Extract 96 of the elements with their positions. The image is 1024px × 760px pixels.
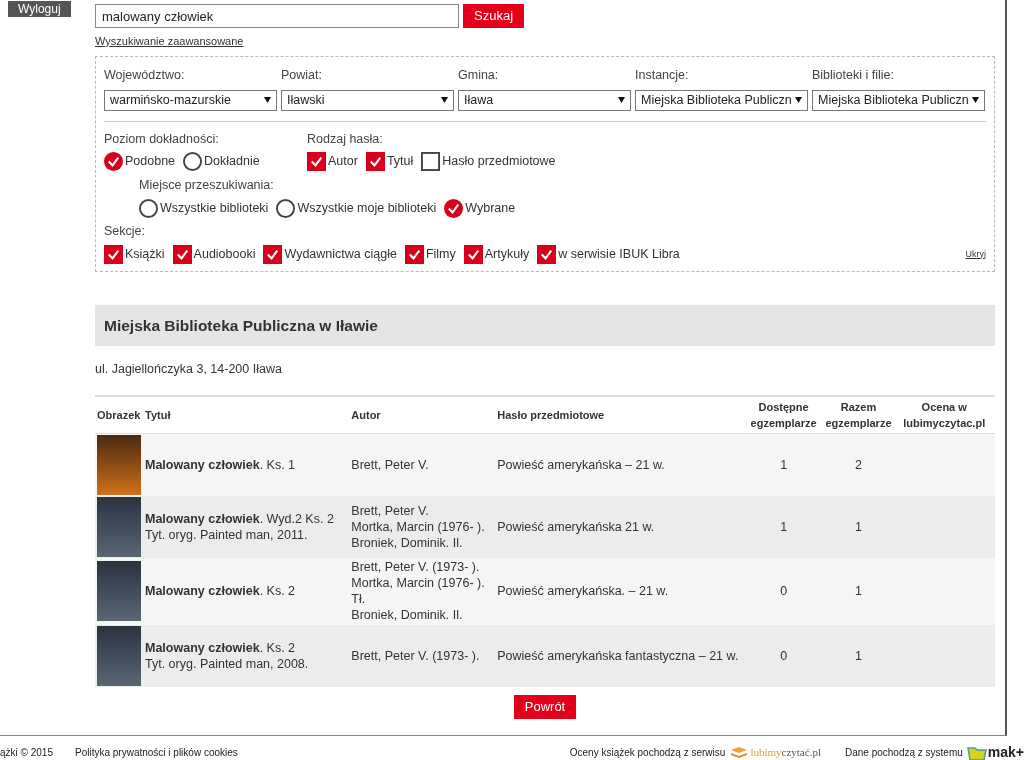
book-note: Tyt. oryg. Painted man, 2011. (145, 526, 309, 543)
dropdown-label: Województwo: (104, 66, 186, 84)
option-label[interactable]: Książki (125, 244, 165, 264)
author-name: Mortka, Marcin (1976- ). (351, 518, 486, 535)
total-count: 2 (855, 457, 862, 472)
option-label[interactable]: Tytuł (386, 152, 414, 172)
subject-cell: Powieść amerykańska fantastyczna – 21 w. (495, 624, 744, 687)
checkbox[interactable] (263, 244, 283, 264)
total-count: 1 (855, 519, 862, 534)
book-note: Tyt. oryg. Painted man, 2008. (145, 655, 310, 672)
radio-button[interactable] (444, 199, 464, 218)
select-dropdown[interactable]: Iława (458, 89, 631, 111)
logout-button[interactable]: Wyloguj (8, 1, 71, 17)
radio-button[interactable] (276, 199, 296, 218)
author-name: Tł. (351, 591, 367, 608)
caret-icon (972, 97, 979, 103)
option-label[interactable]: Filmy (425, 244, 456, 264)
folder-icon (966, 744, 987, 760)
radio-button[interactable] (183, 152, 203, 172)
option-label[interactable]: w serwisie IBUK Libra (558, 244, 680, 264)
search-field[interactable]: malowany człowiek (95, 4, 459, 28)
subject-cell: Powieść amerykańska – 21 w. (495, 433, 744, 496)
book-title[interactable]: Malowany człowiek. Ks. 2 (145, 639, 348, 656)
option-label[interactable]: Wszystkie biblioteki (160, 199, 269, 218)
checkbox[interactable] (404, 244, 424, 264)
subject-cell: Powieść amerykańska 21 w. (495, 495, 744, 558)
data-source-text: Dane pochodzą z systemu (844, 746, 963, 760)
checkbox[interactable] (365, 152, 385, 172)
column-header: Razem egzemplarze (823, 395, 894, 434)
total-count: 1 (855, 648, 862, 663)
checkbox[interactable] (172, 244, 192, 264)
author-name: Brett, Peter V. (351, 502, 430, 519)
checkbox[interactable] (104, 244, 123, 264)
lubimyczytac-logo[interactable]: lubimyczytać.pl (750, 744, 821, 760)
available-count: 1 (780, 457, 788, 472)
option-label[interactable]: Autor (328, 152, 358, 172)
back-button[interactable]: Powrót (513, 694, 577, 719)
column-header: Obrazek (95, 395, 143, 434)
radio-button[interactable] (139, 199, 158, 218)
caret-icon (264, 97, 271, 103)
option-label[interactable]: Wszystkie moje biblioteki (297, 199, 437, 218)
books-icon (730, 745, 749, 760)
available-count: 1 (780, 519, 788, 534)
option-label[interactable]: Artykuły (484, 244, 530, 264)
group-label: Sekcje: (104, 223, 146, 240)
author-name: Brett, Peter V. (351, 456, 430, 473)
author-name: Broniek, Dominik. Il. (351, 607, 464, 624)
search-button[interactable]: Szukaj (463, 4, 525, 28)
dropdown-label: Powiat: (281, 66, 323, 84)
group-label: Poziom dokładności: (104, 130, 220, 148)
column-header: Hasło przedmiotowe (495, 395, 744, 434)
column-header: Ocena w lubimyczytac.pl (893, 395, 995, 434)
total-count: 1 (855, 584, 862, 599)
book-cover-placeholder[interactable] (97, 434, 141, 495)
dropdown-label: Biblioteki i filie: (812, 66, 895, 84)
radio-button[interactable] (104, 152, 123, 172)
advanced-search-link[interactable]: Wyszukiwanie zaawansowane (95, 33, 244, 50)
author-name: Brett, Peter V. (1973- ). (351, 647, 481, 664)
copyright-text: ążki © 2015 (0, 746, 53, 760)
option-label[interactable]: Wybrane (465, 199, 516, 218)
book-title[interactable]: Malowany człowiek. Wyd.2 Ks. 2 (145, 510, 348, 527)
option-label[interactable]: Podobne (125, 152, 176, 172)
select-dropdown[interactable]: Miejska Biblioteka Publiczn (812, 89, 985, 111)
column-header: Tytuł (143, 395, 350, 434)
select-dropdown[interactable]: Miejska Biblioteka Publiczn (635, 89, 808, 111)
author-name: Mortka, Marcin (1976- ). (351, 575, 486, 592)
checkbox[interactable] (421, 152, 441, 172)
select-dropdown[interactable]: warmińsko-mazurskie (104, 89, 277, 111)
available-count: 0 (780, 584, 788, 599)
library-name: Miejska Biblioteka Publiczna w Iławie (95, 304, 995, 346)
option-label[interactable]: Audiobooki (193, 244, 256, 264)
author-name: Brett, Peter V. (1973- ). (351, 559, 481, 576)
option-label[interactable]: Hasło przedmiotowe (442, 152, 556, 172)
mak-logo[interactable]: mak+ (987, 742, 1024, 760)
caret-icon (441, 97, 448, 103)
subject-cell: Powieść amerykańska. – 21 w. (495, 557, 744, 625)
group-label: Miejsce przeszukiwania: (139, 177, 275, 195)
group-label: Rodzaj hasła: (307, 130, 384, 148)
checkbox[interactable] (537, 244, 557, 264)
library-address: ul. Jagiellończyka 3, 14-200 Iława (95, 361, 283, 378)
option-label[interactable]: Wydawnictwa ciągłe (284, 244, 397, 264)
checkbox[interactable] (463, 244, 483, 264)
available-count: 0 (780, 648, 788, 663)
privacy-link[interactable]: Polityka prywatności i plików cookies (74, 745, 238, 760)
caret-icon (618, 97, 625, 103)
author-name: Broniek, Dominik. Il. (351, 534, 464, 551)
dropdown-label: Instancje: (635, 66, 690, 84)
select-dropdown[interactable]: Iławski (281, 89, 454, 111)
column-header: Autor (349, 395, 496, 434)
checkbox[interactable] (307, 152, 326, 172)
caret-icon (795, 97, 802, 103)
hide-link[interactable]: Ukryj (965, 247, 986, 261)
column-header: Dostępne egzemplarze (743, 395, 824, 434)
option-label[interactable]: Dokładnie (204, 152, 260, 172)
ratings-text: Oceny książek pochodzą z serwisu (569, 746, 726, 760)
dropdown-label: Gmina: (458, 66, 500, 84)
